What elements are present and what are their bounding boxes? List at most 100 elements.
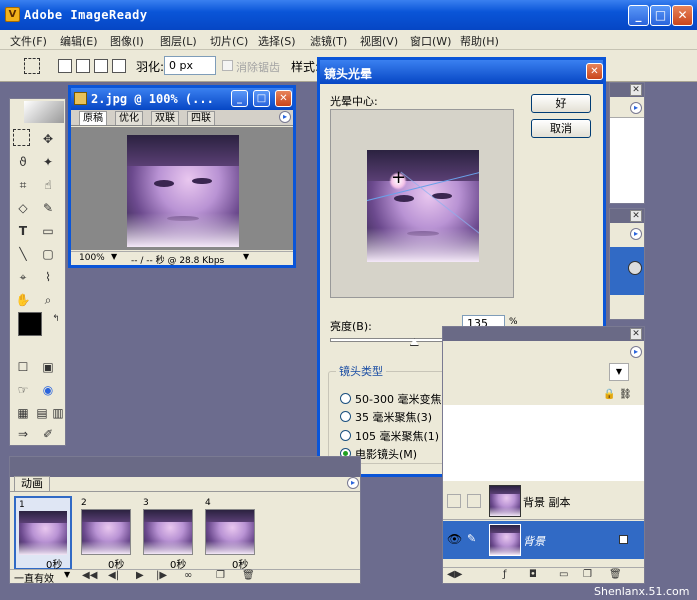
lens-label-105mm[interactable]: 105 毫米聚焦(1): [355, 428, 439, 444]
menu-slice[interactable]: 切片(C): [210, 33, 248, 49]
dialog-close-button[interactable]: ✕: [586, 63, 603, 80]
shape-icon[interactable]: ▢: [38, 244, 58, 264]
document-menu-arrow-icon[interactable]: ▸: [279, 111, 291, 123]
eraser-icon[interactable]: ◇: [13, 198, 33, 218]
marquee-icon[interactable]: [13, 129, 30, 146]
browser-preview-icon[interactable]: ◉: [38, 380, 58, 400]
next-frame-icon[interactable]: |▶: [156, 570, 167, 581]
document-minimize-button[interactable]: _: [231, 90, 248, 107]
color-wheel-icon[interactable]: [628, 261, 642, 275]
rectangle-icon[interactable]: ▭: [38, 221, 58, 241]
ok-button[interactable]: 好: [531, 94, 591, 113]
tab-optimized[interactable]: 优化: [115, 111, 143, 125]
zoom-icon[interactable]: ⌕: [38, 290, 58, 310]
jump-to-photoshop-icon[interactable]: ⇒: [13, 424, 33, 444]
add-selection-icon[interactable]: [76, 59, 90, 73]
intersect-selection-icon[interactable]: [112, 59, 126, 73]
layers-menu-icon[interactable]: ▸: [630, 346, 642, 358]
menu-window[interactable]: 窗口(W): [410, 33, 451, 49]
lock-icon[interactable]: 🔒: [603, 389, 615, 400]
tab-4up[interactable]: 四联: [187, 111, 215, 125]
menu-help[interactable]: 帮助(H): [460, 33, 499, 49]
line-icon[interactable]: ╲: [13, 244, 33, 264]
link-lock-icon[interactable]: ⛓: [619, 389, 632, 400]
edit-icon[interactable]: ✐: [38, 424, 58, 444]
tab-2up[interactable]: 双联: [151, 111, 179, 125]
feather-input[interactable]: [164, 56, 216, 75]
slice-icon[interactable]: ⌗: [13, 175, 33, 195]
menu-filter[interactable]: 滤镜(T): [310, 33, 347, 49]
menu-layer[interactable]: 图层(L): [160, 33, 197, 49]
first-frame-icon[interactable]: ◀◀: [82, 570, 97, 581]
slice-visibility-icon[interactable]: ▦: [13, 403, 33, 423]
opacity-dropdown-icon[interactable]: ▼: [609, 363, 629, 381]
panel-mid-menu-icon[interactable]: ▸: [630, 228, 642, 240]
play-icon[interactable]: ▶: [136, 570, 144, 581]
maximize-button[interactable]: □: [650, 5, 671, 26]
subtract-selection-icon[interactable]: [94, 59, 108, 73]
minimize-button[interactable]: _: [628, 5, 649, 26]
delete-layer-icon[interactable]: 🗑: [609, 569, 622, 580]
menu-image[interactable]: 图像(I): [110, 33, 144, 49]
layer-row-selected[interactable]: 👁 ✎ 背景: [443, 521, 644, 559]
hand-icon[interactable]: ✋: [13, 290, 33, 310]
layer-row[interactable]: 背景 副本: [443, 482, 644, 520]
cancel-button[interactable]: 取消: [531, 119, 591, 138]
frame-item[interactable]: 3 0秒: [140, 496, 198, 571]
zoom-dropdown-icon[interactable]: ▼: [111, 252, 117, 261]
magic-wand-icon[interactable]: ✦: [38, 152, 58, 172]
prev-frame-icon[interactable]: ◀|: [108, 570, 119, 581]
zoom-level[interactable]: 100%: [79, 253, 105, 263]
layer-mask-icon[interactable]: ◘: [529, 569, 537, 580]
toggle-visibility-icon[interactable]: ▥: [48, 403, 68, 423]
menu-file[interactable]: 文件(F): [10, 33, 47, 49]
menu-view[interactable]: 视图(V): [360, 33, 398, 49]
loop-dropdown-icon[interactable]: ▼: [64, 570, 70, 579]
layer-visibility-box[interactable]: [447, 494, 461, 508]
type-icon[interactable]: T: [13, 221, 33, 241]
hand-preview-icon[interactable]: ☞: [13, 380, 33, 400]
tab-animation[interactable]: 动画: [14, 476, 50, 491]
frame-item[interactable]: 4 0秒: [202, 496, 260, 571]
brightness-slider-thumb[interactable]: [409, 338, 419, 346]
lens-label-movie[interactable]: 电影镜头(M): [355, 446, 417, 462]
new-layer-icon[interactable]: ❐: [583, 569, 592, 580]
frame-item[interactable]: 2 0秒: [78, 496, 136, 571]
image-map-icon[interactable]: ☐: [13, 357, 33, 377]
animation-menu-icon[interactable]: ▸: [347, 477, 359, 489]
layer-link-box[interactable]: [467, 494, 481, 508]
lens-label-35mm[interactable]: 35 毫米聚焦(3): [355, 409, 432, 425]
image-map-select-icon[interactable]: ▣: [38, 357, 58, 377]
slice-select-icon[interactable]: ☝: [38, 175, 58, 195]
frame-item[interactable]: 1 0秒: [14, 496, 72, 571]
close-button[interactable]: ✕: [672, 5, 693, 26]
flare-center-crosshair-icon[interactable]: +: [391, 167, 406, 188]
tween-icon[interactable]: ∞: [184, 570, 192, 581]
layers-close-icon[interactable]: ✕: [630, 328, 642, 340]
crop-icon[interactable]: ⌖: [13, 267, 33, 287]
brush-icon[interactable]: ✎: [38, 198, 58, 218]
panel-top-menu-icon[interactable]: ▸: [630, 102, 642, 114]
panel-mid-close-icon[interactable]: ✕: [630, 210, 642, 222]
lens-radio-105mm[interactable]: [340, 430, 351, 441]
loop-select[interactable]: 一直有效: [14, 570, 54, 585]
panel-top-close-icon[interactable]: ✕: [630, 84, 642, 96]
eyedropper-icon[interactable]: ⌇: [38, 267, 58, 287]
status-dropdown-icon[interactable]: ▼: [243, 252, 249, 261]
eye-icon[interactable]: 👁: [447, 532, 462, 546]
new-set-icon[interactable]: ▭: [559, 569, 568, 580]
menu-edit[interactable]: 编辑(E): [60, 33, 98, 49]
flare-preview-photo[interactable]: [367, 150, 479, 262]
swap-colors-icon[interactable]: ↰: [46, 309, 66, 329]
antialias-checkbox[interactable]: [222, 60, 233, 71]
marquee-tool-icon[interactable]: [24, 58, 40, 74]
duplicate-frame-icon[interactable]: ❐: [216, 570, 225, 581]
lens-radio-35mm[interactable]: [340, 411, 351, 422]
document-close-button[interactable]: ✕: [275, 90, 292, 107]
new-selection-icon[interactable]: [58, 59, 72, 73]
layer-style-icon[interactable]: ƒ: [503, 569, 507, 580]
delete-frame-icon[interactable]: 🗑: [242, 570, 255, 581]
move-icon[interactable]: ✥: [38, 129, 58, 149]
document-maximize-button[interactable]: □: [253, 90, 270, 107]
lasso-icon[interactable]: ϑ: [13, 152, 33, 172]
